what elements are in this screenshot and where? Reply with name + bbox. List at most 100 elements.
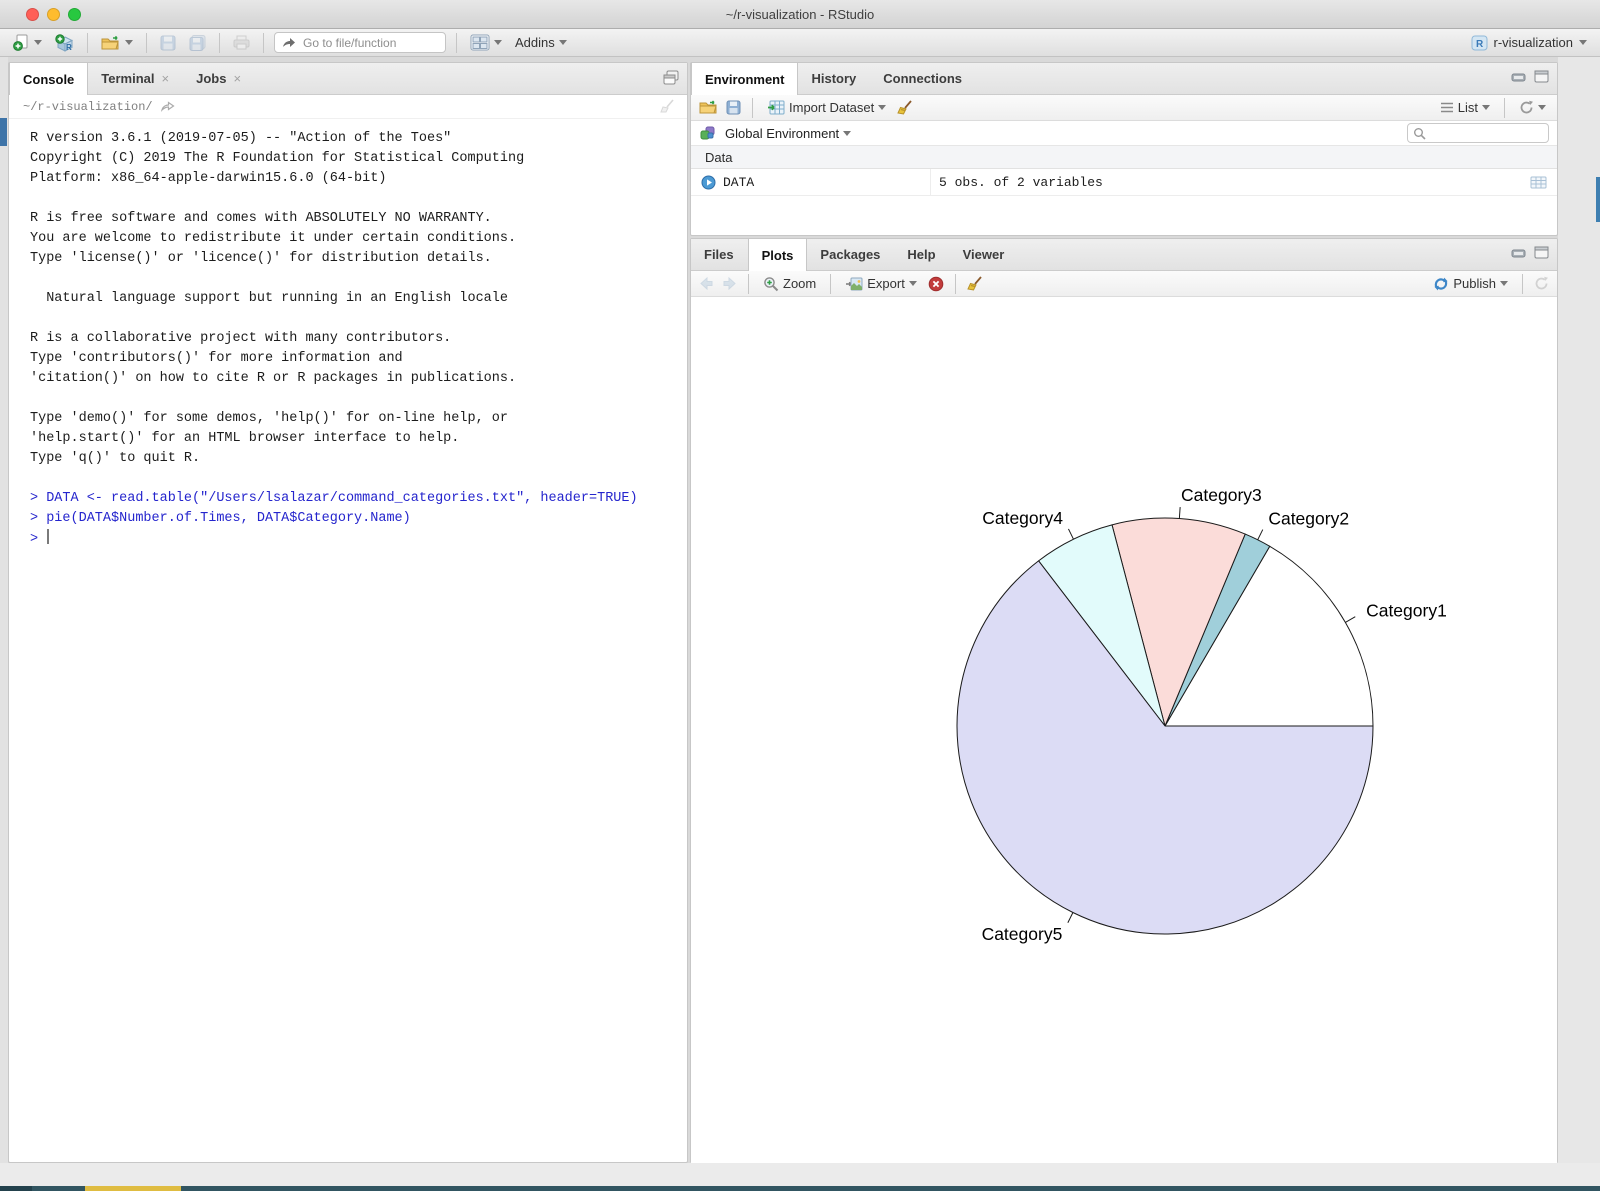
- environment-scope-label: Global Environment: [725, 126, 839, 141]
- console-output-line: [30, 269, 687, 289]
- new-file-button[interactable]: [10, 32, 45, 53]
- save-all-button[interactable]: [186, 33, 209, 53]
- background-fragment: [1596, 177, 1600, 222]
- remove-plot-icon[interactable]: [928, 276, 944, 292]
- console-output-line: 'help.start()' for an HTML browser inter…: [30, 429, 687, 449]
- tab-history[interactable]: History: [798, 63, 870, 94]
- text-cursor: [47, 529, 49, 544]
- minimize-pane-icon[interactable]: [1511, 71, 1527, 83]
- console-tabbar: Console Terminal Jobs: [9, 63, 687, 95]
- tab-terminal[interactable]: Terminal: [88, 63, 183, 94]
- environment-search-box[interactable]: [1407, 123, 1549, 143]
- window-title: ~/r-visualization - RStudio: [0, 0, 1600, 29]
- close-icon[interactable]: [162, 72, 170, 85]
- pie-label-tick: [1345, 617, 1355, 623]
- tab-console-label: Console: [23, 72, 74, 87]
- toolbar-separator: [1504, 98, 1505, 118]
- environment-scope-selector[interactable]: Global Environment: [722, 124, 854, 143]
- pie-label: Category3: [1181, 485, 1262, 505]
- goto-file-input[interactable]: [303, 36, 433, 50]
- table-row[interactable]: DATA 5 obs. of 2 variables: [691, 169, 1557, 196]
- save-workspace-icon[interactable]: [726, 100, 741, 115]
- pie-label-tick: [1068, 913, 1073, 923]
- console-output-line: Natural language support but running in …: [30, 289, 687, 309]
- console-output-line: Type 'license()' or 'licence()' for dist…: [30, 249, 687, 269]
- publish-button[interactable]: Publish: [1430, 274, 1511, 294]
- export-plot-label: Export: [867, 276, 905, 291]
- clear-console-icon[interactable]: [660, 99, 675, 114]
- tab-connections-label: Connections: [883, 71, 962, 86]
- restore-pane-icon[interactable]: [663, 70, 679, 85]
- clear-environment-icon[interactable]: [897, 100, 913, 116]
- tab-jobs[interactable]: Jobs: [183, 63, 255, 94]
- goto-file-box[interactable]: [274, 32, 446, 53]
- console-input-line: >: [30, 529, 687, 550]
- save-icon: [160, 35, 176, 51]
- chevron-down-icon: [1538, 105, 1546, 110]
- toolbar-separator: [219, 33, 220, 53]
- toolbar-separator: [263, 33, 264, 53]
- tab-viewer[interactable]: Viewer: [950, 239, 1019, 270]
- object-name: DATA: [723, 175, 754, 190]
- save-button[interactable]: [157, 33, 179, 53]
- console-output-line: 'citation()' on how to cite R or R packa…: [30, 369, 687, 389]
- pie-label: Category1: [1366, 601, 1447, 621]
- print-button[interactable]: [230, 33, 253, 52]
- tab-packages[interactable]: Packages: [807, 239, 894, 270]
- tab-plots[interactable]: Plots: [748, 239, 808, 271]
- environment-search-input[interactable]: [1430, 126, 1540, 140]
- clear-plots-icon[interactable]: [967, 276, 983, 292]
- import-dataset-button[interactable]: Import Dataset: [764, 98, 889, 117]
- refresh-plot-icon[interactable]: [1534, 276, 1549, 291]
- tab-packages-label: Packages: [820, 247, 880, 262]
- toolbar-separator: [87, 33, 88, 53]
- tab-environment[interactable]: Environment: [691, 63, 798, 95]
- pie-label: Category2: [1268, 508, 1349, 528]
- load-workspace-icon[interactable]: [699, 100, 718, 115]
- close-icon[interactable]: [233, 72, 241, 85]
- addins-button[interactable]: Addins: [512, 33, 570, 52]
- tab-help[interactable]: Help: [894, 239, 949, 270]
- export-plot-button[interactable]: Export: [842, 274, 920, 293]
- chevron-down-icon: [1500, 281, 1508, 286]
- minimize-window-icon[interactable]: [47, 8, 60, 21]
- environment-pane: Environment History Connections: [690, 62, 1558, 236]
- new-project-button[interactable]: R: [52, 32, 77, 54]
- pane-layout-button[interactable]: [467, 32, 505, 53]
- minimize-pane-icon[interactable]: [1511, 247, 1527, 259]
- previous-plot-icon[interactable]: [699, 277, 714, 290]
- close-window-icon[interactable]: [26, 8, 39, 21]
- project-menu-button[interactable]: R r-visualization: [1468, 33, 1590, 53]
- goto-directory-icon[interactable]: [161, 101, 175, 112]
- expand-object-icon[interactable]: [701, 175, 716, 190]
- console-output-line: Type 'q()' to quit R.: [30, 449, 687, 469]
- print-icon: [233, 35, 250, 50]
- data-section-label: Data: [705, 150, 732, 165]
- background-dock-segment: [85, 1186, 181, 1191]
- open-file-button[interactable]: [98, 33, 136, 53]
- pie-label: Category5: [982, 924, 1063, 944]
- tab-connections[interactable]: Connections: [870, 63, 976, 94]
- tab-files[interactable]: Files: [691, 239, 748, 270]
- zoom-plot-button[interactable]: Zoom: [760, 274, 819, 294]
- zoom-window-icon[interactable]: [68, 8, 81, 21]
- tab-console[interactable]: Console: [9, 63, 88, 95]
- view-table-icon[interactable]: [1530, 176, 1547, 189]
- pane-grid-icon: [470, 34, 490, 51]
- refresh-environment-button[interactable]: [1516, 98, 1549, 117]
- pie-chart: Category1Category2Category3Category4Cate…: [691, 297, 1557, 1163]
- list-view-button[interactable]: List: [1437, 98, 1493, 117]
- background-dock-bar: [0, 1186, 1600, 1191]
- chevron-down-icon: [494, 40, 502, 45]
- next-plot-icon[interactable]: [722, 277, 737, 290]
- environment-toolbar: Import Dataset List: [691, 95, 1557, 121]
- chevron-down-icon: [34, 40, 42, 45]
- plot-canvas: Category1Category2Category3Category4Cate…: [691, 297, 1557, 1163]
- console-output-line: Copyright (C) 2019 The R Foundation for …: [30, 149, 687, 169]
- chevron-down-icon: [1579, 40, 1587, 45]
- chevron-down-icon: [1482, 105, 1490, 110]
- console-output[interactable]: R version 3.6.1 (2019-07-05) -- "Action …: [9, 119, 687, 550]
- maximize-pane-icon[interactable]: [1534, 246, 1549, 259]
- maximize-pane-icon[interactable]: [1534, 70, 1549, 83]
- tab-plots-label: Plots: [762, 248, 794, 263]
